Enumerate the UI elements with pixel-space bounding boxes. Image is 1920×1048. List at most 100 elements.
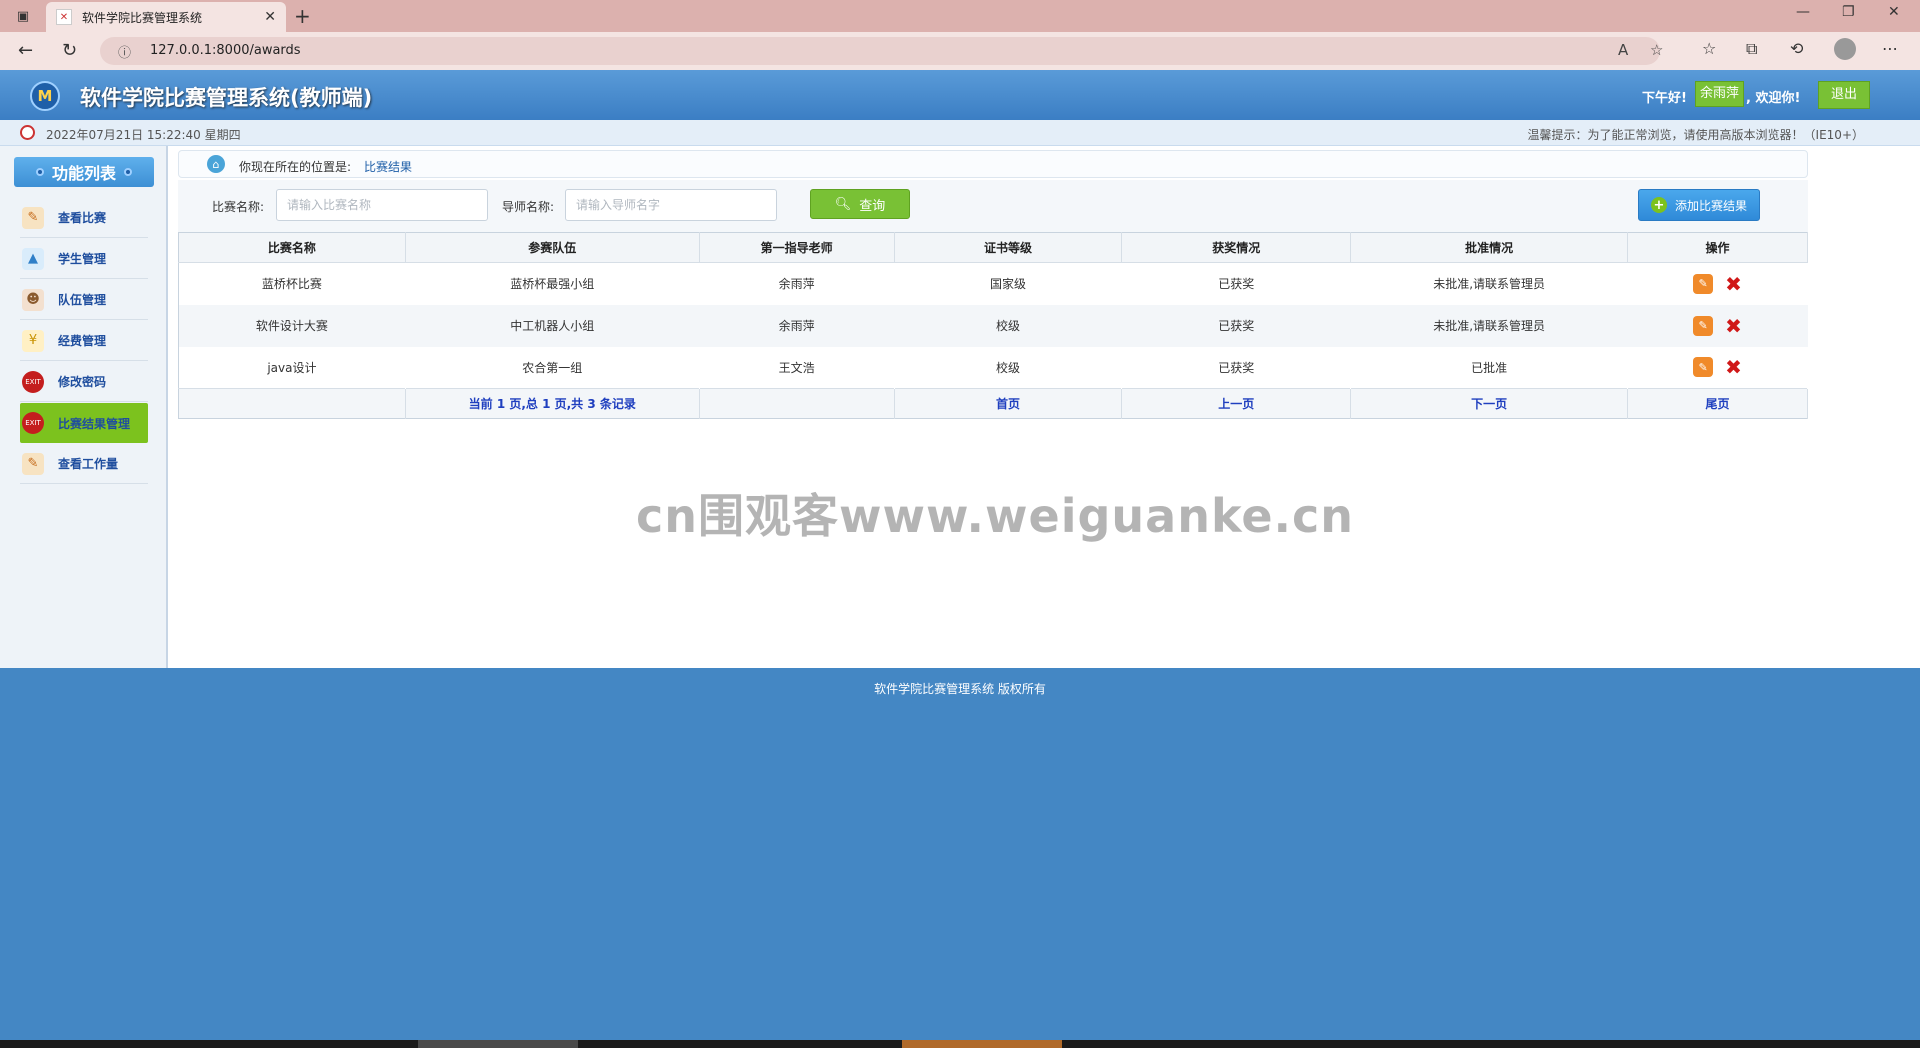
cell-contest: java设计 bbox=[267, 360, 317, 375]
column-header: 证书等级 bbox=[894, 232, 1123, 263]
cell-team: 中工机器人小组 bbox=[405, 304, 700, 347]
user-name-badge: 余雨萍 bbox=[1695, 81, 1745, 107]
sidebar-item-label: 修改密码 bbox=[58, 375, 107, 389]
cell-award: 已获奖 bbox=[1218, 277, 1255, 292]
cell-advisor: 余雨萍 bbox=[778, 277, 815, 292]
sidebar-item-label: 学生管理 bbox=[58, 252, 107, 266]
edit-icon[interactable]: ✎ bbox=[1693, 315, 1714, 336]
browser-tab[interactable]: ✕ 软件学院比赛管理系统 ✕ bbox=[46, 2, 286, 32]
footer-copyright: 软件学院比赛管理系统 版权所有 bbox=[874, 682, 1046, 696]
app-title: 软件学院比赛管理系统(教师端) bbox=[80, 86, 373, 110]
pager-empty-cell bbox=[178, 388, 406, 419]
clock-icon bbox=[20, 125, 35, 140]
cell-level: 国家级 bbox=[989, 277, 1026, 292]
profile-avatar[interactable] bbox=[1834, 38, 1856, 60]
refresh-icon[interactable]: ↻ bbox=[62, 40, 77, 61]
sidebar-item-funds[interactable]: ¥ 经费管理 bbox=[20, 321, 148, 361]
sidebar-item-change-password[interactable]: EXIT 修改密码 bbox=[20, 362, 148, 402]
delete-icon[interactable]: ✖ bbox=[1725, 355, 1742, 379]
advisor-name-label: 导师名称: bbox=[502, 200, 555, 214]
query-button-label: 查询 bbox=[859, 198, 886, 214]
browser-tip: 温馨提示：为了能正常浏览，请使用高版本浏览器！（IE10+） bbox=[1527, 128, 1864, 142]
edit-icon[interactable]: ✎ bbox=[1693, 357, 1714, 378]
current-datetime: 2022年07月21日 15:22:40 星期四 bbox=[46, 128, 241, 142]
sidebar-item-label: 经费管理 bbox=[58, 334, 107, 348]
pager-prev-link[interactable]: 上一页 bbox=[1121, 388, 1352, 419]
delete-icon[interactable]: ✖ bbox=[1725, 272, 1742, 296]
breadcrumb-current[interactable]: 比赛结果 bbox=[364, 158, 412, 175]
taskbar-app[interactable] bbox=[418, 1040, 578, 1048]
table-row: 软件设计大赛 中工机器人小组 余雨萍 校级 已获奖 未批准,请联系管理员 ✎ ✖ bbox=[178, 304, 1808, 347]
tab-close-icon[interactable]: ✕ bbox=[264, 9, 276, 25]
pager-first-link[interactable]: 首页 bbox=[894, 388, 1123, 419]
collections-icon[interactable]: ⧉ bbox=[1746, 39, 1757, 59]
add-result-button[interactable]: + 添加比赛结果 bbox=[1638, 189, 1760, 221]
sidebar-item-workload[interactable]: ✎ 查看工作量 bbox=[20, 444, 148, 484]
history-icon[interactable]: ⟲ bbox=[1790, 39, 1803, 58]
delete-icon[interactable]: ✖ bbox=[1725, 314, 1742, 338]
cell-approval: 已批准 bbox=[1471, 360, 1508, 375]
users-icon: ☻ bbox=[22, 288, 44, 311]
pager-summary: 当前 1 页,总 1 页,共 3 条记录 bbox=[405, 388, 700, 419]
read-aloud-icon[interactable]: A bbox=[1618, 41, 1628, 59]
sidebar-item-label: 队伍管理 bbox=[58, 293, 107, 307]
edit-icon[interactable]: ✎ bbox=[1693, 273, 1714, 294]
welcome-text: , 欢迎你! bbox=[1746, 91, 1801, 106]
main-content: ⌂ 你现在所在的位置是: 比赛结果 比赛名称: 导师名称: 🔍︎ 查询 + 添加… bbox=[168, 146, 1920, 668]
pager-last-link[interactable]: 尾页 bbox=[1627, 388, 1808, 419]
exit-icon: EXIT bbox=[22, 370, 44, 393]
watermark: cn围观客www.weiguanke.cn bbox=[636, 489, 1355, 543]
column-header: 批准情况 bbox=[1350, 232, 1629, 263]
cell-advisor: 余雨萍 bbox=[699, 304, 895, 347]
url-text: 127.0.0.1:8000/awards bbox=[150, 43, 301, 58]
cell-award: 已获奖 bbox=[1218, 360, 1255, 375]
pager-next-link[interactable]: 下一页 bbox=[1350, 388, 1629, 419]
minimize-icon[interactable]: — bbox=[1796, 4, 1810, 20]
table-header-row: 比赛名称 参赛队伍 第一指导老师 证书等级 获奖情况 批准情况 操作 bbox=[178, 232, 1808, 263]
search-icon: 🔍︎ bbox=[834, 196, 852, 212]
cell-actions: ✎ ✖ bbox=[1627, 304, 1808, 347]
contest-name-label: 比赛名称: bbox=[212, 200, 265, 214]
new-tab-icon[interactable]: + bbox=[294, 4, 311, 28]
breadcrumb: ⌂ 你现在所在的位置是: 比赛结果 bbox=[178, 150, 1808, 178]
cell-advisor: 王文浩 bbox=[778, 360, 815, 375]
cell-award: 已获奖 bbox=[1121, 304, 1351, 347]
site-info-icon[interactable]: ⓘ bbox=[118, 42, 131, 61]
advisor-name-input[interactable] bbox=[565, 189, 777, 221]
pager-empty-cell bbox=[699, 388, 895, 419]
sidebar-item-view-contests[interactable]: ✎ 查看比赛 bbox=[20, 198, 148, 238]
column-header: 参赛队伍 bbox=[405, 232, 700, 263]
home-icon[interactable]: ⌂ bbox=[207, 155, 225, 173]
greeting-text: 下午好! bbox=[1642, 91, 1687, 106]
cell-contest: 蓝桥杯比赛 bbox=[261, 277, 322, 292]
taskbar-app[interactable] bbox=[902, 1040, 1062, 1048]
url-field[interactable]: ⓘ 127.0.0.1:8000/awards A ☆ bbox=[100, 37, 1663, 65]
favorites-icon[interactable]: ☆ bbox=[1702, 39, 1716, 58]
contest-name-input[interactable] bbox=[276, 189, 488, 221]
tab-actions-icon[interactable]: ▣ bbox=[10, 6, 36, 26]
pager-row: 当前 1 页,总 1 页,共 3 条记录 首页 上一页 下一页 尾页 bbox=[178, 388, 1808, 419]
chart-icon: ▲ bbox=[22, 247, 44, 270]
logout-button[interactable]: 退出 bbox=[1818, 81, 1870, 109]
cell-actions: ✎ ✖ bbox=[1628, 347, 1808, 389]
query-button[interactable]: 🔍︎ 查询 bbox=[810, 189, 910, 219]
cell-level: 校级 bbox=[894, 304, 1122, 347]
cell-contest: 软件设计大赛 bbox=[178, 304, 406, 347]
cell-team: 蓝桥杯最强小组 bbox=[510, 277, 595, 292]
sidebar-item-teams[interactable]: ☻ 队伍管理 bbox=[20, 280, 148, 320]
window-close-icon[interactable]: ✕ bbox=[1888, 4, 1900, 20]
sidebar-item-award-results[interactable]: EXIT 比赛结果管理 bbox=[20, 403, 148, 443]
table-row: java设计 农合第一组 王文浩 校级 已获奖 已批准 ✎ ✖ bbox=[179, 347, 1808, 389]
restore-icon[interactable]: ❐ bbox=[1842, 4, 1855, 20]
cell-approval: 未批准,请联系管理员 bbox=[1350, 304, 1628, 347]
column-header: 第一指导老师 bbox=[699, 232, 895, 263]
back-icon[interactable]: ← bbox=[18, 40, 33, 61]
favicon-icon: ✕ bbox=[56, 9, 72, 25]
cell-approval: 未批准,请联系管理员 bbox=[1433, 277, 1546, 292]
book-icon: ✎ bbox=[22, 452, 44, 475]
more-menu-icon[interactable]: ⋯ bbox=[1882, 39, 1898, 58]
favorite-add-icon[interactable]: ☆ bbox=[1650, 41, 1663, 59]
book-icon: ✎ bbox=[22, 206, 44, 229]
sidebar-item-students[interactable]: ▲ 学生管理 bbox=[20, 239, 148, 279]
plus-icon: + bbox=[1650, 197, 1667, 213]
